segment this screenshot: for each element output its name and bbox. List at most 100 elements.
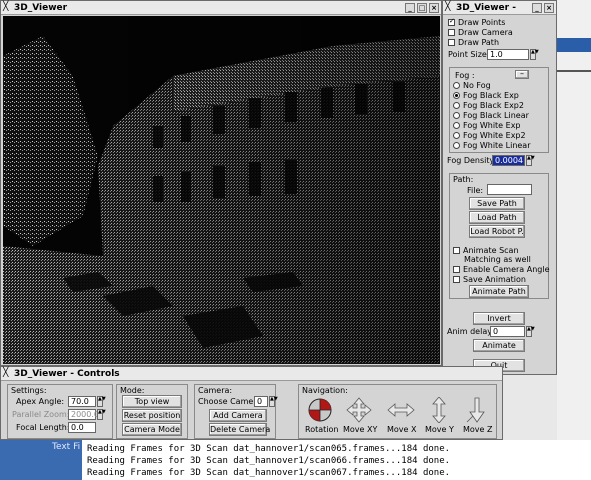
viewer-titlebar[interactable]: ╳ 3D_Viewer _ □ × — [1, 1, 441, 15]
radio-button[interactable] — [453, 92, 460, 99]
radio-button[interactable] — [453, 122, 460, 129]
move-y-icon[interactable] — [425, 397, 453, 423]
radio-label: No Fog — [463, 81, 491, 90]
camera-mode-button[interactable]: Camera Mode — [122, 423, 182, 436]
save-path-button[interactable]: Save Path — [469, 197, 525, 210]
draw-points-checkbox[interactable]: Draw Points — [448, 17, 506, 27]
fog-option-white-exp[interactable]: Fog White Exp — [453, 121, 521, 130]
camera-section: Camera: Choose Camera 0 ▲▼ Add Camera De… — [194, 384, 278, 439]
load-path-button[interactable]: Load Path — [469, 211, 525, 224]
choose-camera-label: Choose Camera — [198, 397, 262, 406]
animate-button[interactable]: Animate — [473, 339, 525, 352]
invert-button[interactable]: Invert — [473, 312, 525, 325]
apex-angle-input[interactable]: 70.0 — [68, 396, 96, 407]
minimize-icon[interactable]: _ — [532, 3, 542, 13]
fog-density-spinner[interactable]: ▲▼ — [526, 155, 535, 166]
file-input[interactable] — [487, 184, 532, 195]
radio-button[interactable] — [453, 142, 460, 149]
apex-angle-spinner[interactable]: ▲▼ — [97, 396, 106, 407]
move-xy-icon[interactable] — [345, 397, 373, 423]
apex-angle-label: Apex Angle: — [16, 397, 65, 406]
checkbox-box[interactable] — [453, 266, 460, 273]
point-size-input[interactable]: 1.0 — [487, 49, 529, 60]
radio-button[interactable] — [453, 132, 460, 139]
window-title: 3D_Viewer — [14, 3, 68, 13]
fog-option-black-linear[interactable]: Fog Black Linear — [453, 111, 529, 120]
fog-option-black-exp2[interactable]: Fog Black Exp2 — [453, 101, 524, 110]
fog-option-no-fog[interactable]: No Fog — [453, 81, 491, 90]
fog-collapse-button[interactable]: – — [515, 70, 529, 79]
checkbox-label: Draw Points — [458, 18, 506, 27]
radio-button[interactable] — [453, 82, 460, 89]
navigation-section: Navigation: Rotation Move XY Move X Move… — [298, 384, 497, 439]
draw-camera-checkbox[interactable]: Draw Camera — [448, 28, 513, 37]
radio-button[interactable] — [453, 112, 460, 119]
move-z-label: Move Z — [463, 425, 493, 434]
draw-path-checkbox[interactable]: Draw Path — [448, 38, 499, 47]
anim-delay-label: Anim delay: — [447, 327, 495, 336]
viewer-window: ╳ 3D_Viewer _ □ × — [0, 0, 442, 366]
choose-camera-input[interactable]: 0 — [254, 396, 268, 407]
point-cloud-render — [3, 16, 440, 364]
add-camera-button[interactable]: Add Camera — [209, 409, 267, 422]
x-logo-icon: ╳ — [3, 368, 9, 378]
radio-label: Fog Black Exp2 — [463, 101, 524, 110]
reset-position-button[interactable]: Reset position — [122, 409, 182, 422]
close-icon[interactable]: × — [544, 3, 554, 13]
radio-label: Fog Black Exp — [463, 91, 519, 100]
anim-delay-spinner[interactable]: ▲▼ — [526, 326, 535, 337]
checkbox-box[interactable] — [453, 247, 460, 254]
camera-title: Camera: — [198, 386, 233, 395]
checkbox-box[interactable] — [453, 276, 460, 283]
parallel-zoom-spinner[interactable]: ▲▼ — [97, 409, 106, 420]
delete-camera-button[interactable]: Delete Camera — [209, 423, 270, 436]
matching-label: Matching as well — [464, 255, 531, 264]
point-size-spinner[interactable]: ▲▼ — [530, 49, 539, 60]
radio-label: Fog Black Linear — [463, 111, 529, 120]
checkbox-label: Enable Camera Angle — [463, 265, 550, 274]
minimize-icon[interactable]: _ — [405, 3, 415, 13]
panel-titlebar[interactable]: ╳ 3D_Viewer - _ × — [443, 1, 556, 15]
rotation-label: Rotation — [305, 425, 339, 434]
point-cloud-canvas[interactable] — [3, 16, 440, 364]
move-z-icon[interactable] — [463, 397, 491, 423]
checkbox-box[interactable] — [448, 29, 455, 36]
x-logo-icon: ╳ — [3, 2, 9, 12]
move-x-icon[interactable] — [387, 397, 415, 423]
checkbox-box[interactable] — [448, 17, 455, 26]
fog-option-white-linear[interactable]: Fog White Linear — [453, 141, 531, 150]
fog-option-white-exp2[interactable]: Fog White Exp2 — [453, 131, 526, 140]
top-view-button[interactable]: Top view — [122, 395, 182, 408]
load-robot-button[interactable]: Load Robot P. — [469, 225, 525, 238]
maximize-icon[interactable]: □ — [417, 3, 427, 13]
parallel-zoom-input[interactable]: 2000.0 — [68, 409, 99, 420]
terminal-line: Reading Frames for 3D Scan dat_hannover1… — [87, 456, 451, 466]
checkbox-label: Animate Scan — [463, 246, 519, 255]
fog-density-input[interactable]: 0.0004 — [492, 155, 525, 166]
fog-option-black-exp[interactable]: Fog Black Exp — [453, 91, 519, 100]
terminal-line: Reading Frames for 3D Scan dat_hannover1… — [87, 468, 451, 478]
window-title: 3D_Viewer - — [456, 3, 516, 13]
enable-camera-angle-checkbox[interactable]: Enable Camera Angle — [453, 265, 550, 274]
animate-path-button[interactable]: Animate Path — [469, 285, 529, 298]
move-x-label: Move X — [387, 425, 417, 434]
focal-length-label: Focal Length: — [16, 423, 70, 432]
choose-camera-spinner[interactable]: ▲▼ — [269, 396, 278, 407]
checkbox-box[interactable] — [448, 39, 455, 46]
settings-title: Settings: — [11, 386, 47, 395]
anim-delay-input[interactable]: 0 — [490, 326, 525, 337]
close-icon[interactable]: × — [429, 3, 439, 13]
parallel-zoom-label: Parallel Zoom: — [12, 410, 70, 419]
radio-label: Fog White Exp2 — [463, 131, 526, 140]
save-animation-checkbox[interactable]: Save Animation — [453, 275, 526, 284]
focal-length-input[interactable]: 0.0 — [68, 422, 96, 433]
rotation-ball-icon[interactable] — [306, 397, 334, 423]
navigation-title: Navigation: — [302, 386, 348, 395]
fog-label: Fog : — [455, 71, 475, 80]
move-y-label: Move Y — [425, 425, 454, 434]
radio-button[interactable] — [453, 102, 460, 109]
checkbox-label: Save Animation — [463, 275, 526, 284]
controls-titlebar[interactable]: ╳ 3D_Viewer - Controls — [1, 367, 502, 381]
animate-scan-checkbox[interactable]: Animate Scan — [453, 246, 519, 255]
checkbox-label: Draw Path — [458, 38, 500, 47]
